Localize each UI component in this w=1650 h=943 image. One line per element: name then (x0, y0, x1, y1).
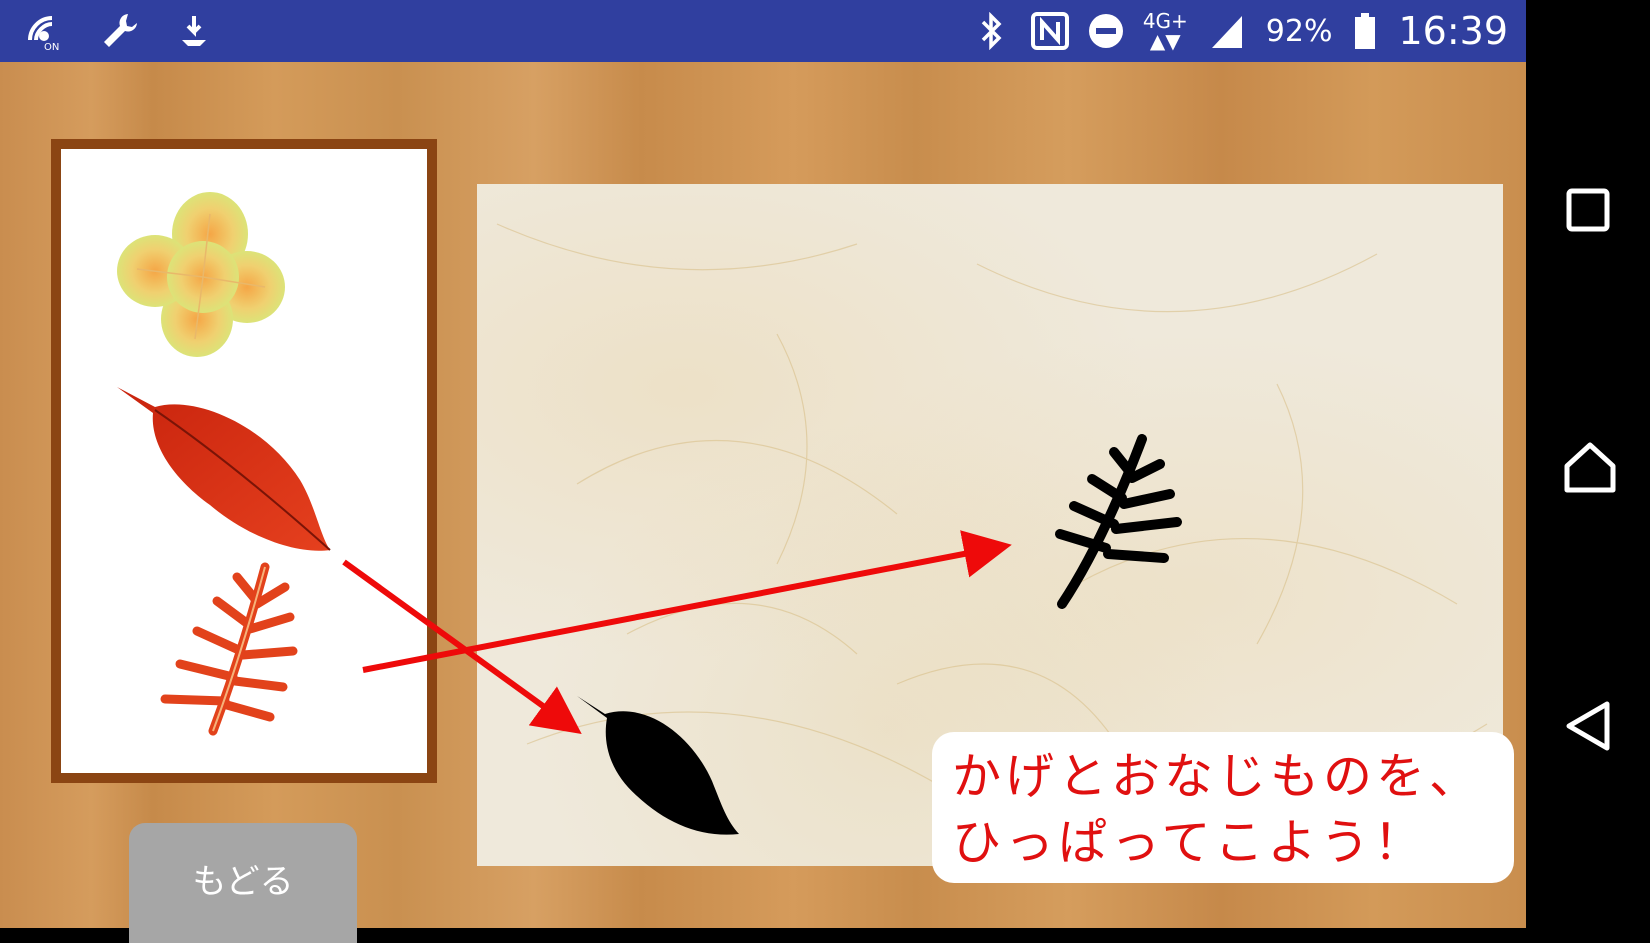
home-icon[interactable] (1563, 440, 1616, 493)
status-bar: ON 4G+ ▲▼ 92% 16:39 (0, 0, 1526, 62)
instruction-bubble: かげとおなじものを、 ひっぱってこよう！ (932, 732, 1514, 883)
wrench-icon (98, 10, 140, 52)
app-background: かげとおなじものを、 ひっぱってこよう！ もどる (0, 62, 1526, 943)
network-label: 4G+ (1142, 9, 1188, 33)
piece-palette (61, 149, 427, 773)
nfc-icon (1030, 12, 1069, 50)
back-triangle-icon[interactable] (1563, 700, 1613, 751)
network-type: 4G+ ▲▼ (1142, 9, 1188, 53)
wifi-calling-icon: ON (22, 10, 64, 53)
cell-signal-icon (1210, 12, 1244, 50)
bluetooth-icon (975, 11, 1009, 51)
back-button[interactable]: もどる (129, 823, 357, 943)
download-icon (174, 10, 216, 52)
clock: 16:39 (1398, 9, 1508, 53)
piece-palette-frame (51, 139, 437, 783)
battery-percent: 92% (1265, 13, 1333, 49)
instruction-line-1: かげとおなじものを、 (952, 748, 1483, 805)
oval-leaf-shadow (577, 696, 757, 850)
flower-piece[interactable] (115, 189, 285, 363)
nav-bar (1526, 0, 1650, 928)
instruction-line-2: ひっぱってこよう！ (952, 814, 1427, 871)
red-leaf-piece[interactable] (115, 385, 345, 569)
recents-square-icon[interactable] (1563, 185, 1613, 235)
do-not-disturb-icon (1087, 12, 1123, 50)
orange-fern-leaf-piece[interactable] (145, 559, 315, 743)
status-right: 4G+ ▲▼ 92% 16:39 (975, 0, 1508, 62)
status-left-icons: ON (22, 10, 216, 53)
fern-leaf-shadow (1042, 434, 1192, 618)
battery-icon (1354, 12, 1376, 50)
svg-text:ON: ON (44, 42, 59, 52)
